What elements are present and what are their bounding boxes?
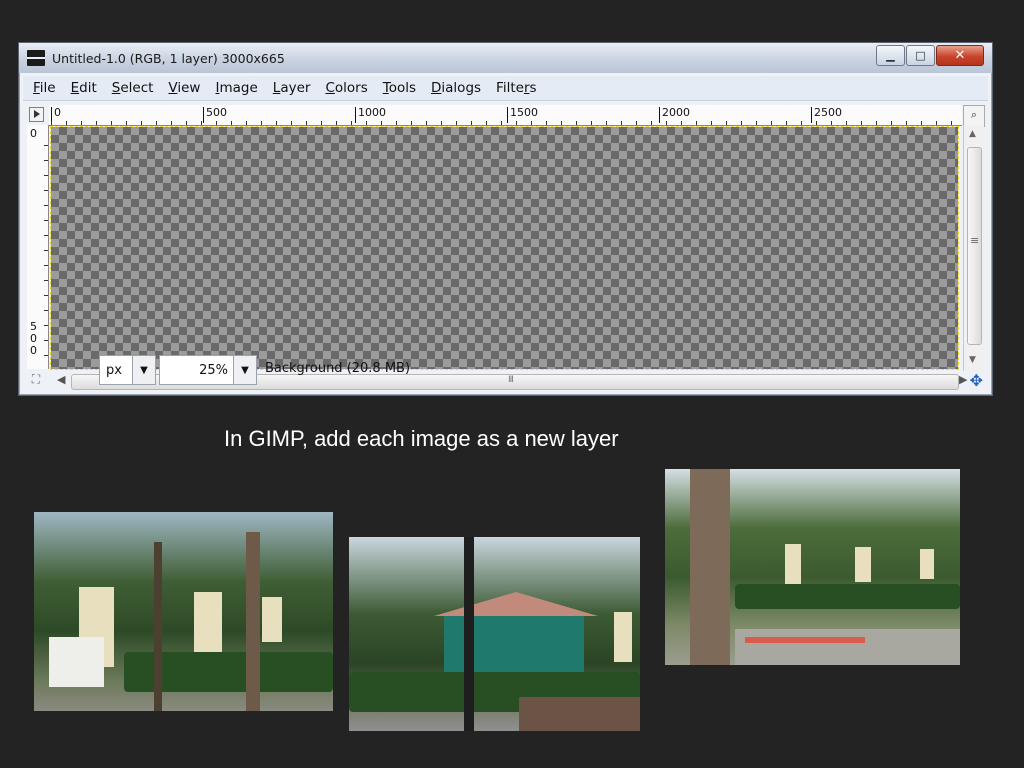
slide-caption: In GIMP, add each image as a new layer — [224, 426, 619, 451]
close-button[interactable]: ✕ — [936, 45, 984, 66]
scroll-up-icon[interactable]: ▲ — [969, 129, 976, 139]
vertical-scroll-thumb[interactable] — [967, 147, 982, 345]
vertical-ruler[interactable]: 0 500 — [27, 125, 49, 369]
menu-edit[interactable]: Edit — [71, 80, 97, 96]
window-controls: ▁ □ ✕ — [875, 45, 984, 66]
scroll-down-icon[interactable]: ▼ — [969, 355, 976, 365]
minimize-icon: ▁ — [886, 49, 895, 62]
layer-status: Background (20.8 MB) — [265, 361, 411, 376]
gimp-app-icon — [27, 50, 45, 66]
hruler-label-500: 500 — [203, 107, 227, 123]
menu-dialogs[interactable]: Dialogs — [431, 80, 481, 96]
move-navigation-icon[interactable]: ✥ — [970, 371, 983, 390]
menu-colors[interactable]: Colors — [325, 80, 367, 96]
scroll-left-icon[interactable]: ◀ — [57, 373, 65, 386]
menu-file[interactable]: File — [33, 80, 56, 96]
horizontal-ruler[interactable]: 0 500 1000 1500 2000 2500 — [49, 105, 962, 126]
unit-select[interactable]: px ▼ — [99, 355, 156, 385]
zoom-select[interactable]: 25% ▼ — [159, 355, 257, 385]
hruler-label-1500: 1500 — [507, 107, 538, 123]
zoom-lock-icon[interactable]: ⌕ — [963, 105, 985, 127]
image-canvas[interactable] — [50, 126, 959, 370]
menu-view[interactable]: View — [168, 80, 200, 96]
menu-layer[interactable]: Layer — [273, 80, 311, 96]
vruler-label-0: 0 — [30, 127, 37, 140]
photo-gazebo — [349, 537, 640, 731]
title-bar[interactable]: Untitled-1.0 (RGB, 1 layer) 3000x665 ▁ □… — [19, 43, 992, 73]
maximize-icon: □ — [915, 49, 926, 62]
menu-bar: File Edit Select View Image Layer Colors Tools D… — [23, 76, 988, 101]
menu-filters[interactable]: Filters — [496, 80, 537, 96]
vertical-scrollbar[interactable]: ▲ ▼ — [963, 125, 984, 371]
hruler-label-2000: 2000 — [659, 107, 690, 123]
maximize-button[interactable]: □ — [906, 45, 935, 66]
menu-image[interactable]: Image — [215, 80, 257, 96]
photo-garden-pillars — [34, 512, 333, 711]
gimp-window: Untitled-1.0 (RGB, 1 layer) 3000x665 ▁ □… — [18, 42, 993, 396]
window-title: Untitled-1.0 (RGB, 1 layer) 3000x665 — [52, 51, 285, 66]
quick-mask-toggle-icon[interactable] — [29, 107, 44, 122]
chevron-down-icon[interactable]: ▼ — [233, 356, 256, 384]
vruler-label-500: 500 — [30, 320, 37, 357]
hruler-label-0: 0 — [51, 107, 61, 123]
scroll-right-icon[interactable]: ▶ — [959, 373, 967, 386]
navigate-icon[interactable]: ⛶ — [27, 372, 45, 390]
close-icon: ✕ — [954, 48, 966, 63]
unit-value: px — [106, 362, 122, 378]
photo-park-path — [665, 469, 960, 665]
chevron-down-icon[interactable]: ▼ — [132, 356, 155, 384]
minimize-button[interactable]: ▁ — [876, 45, 905, 66]
menu-tools[interactable]: Tools — [383, 80, 416, 96]
menu-select[interactable]: Select — [112, 80, 154, 96]
